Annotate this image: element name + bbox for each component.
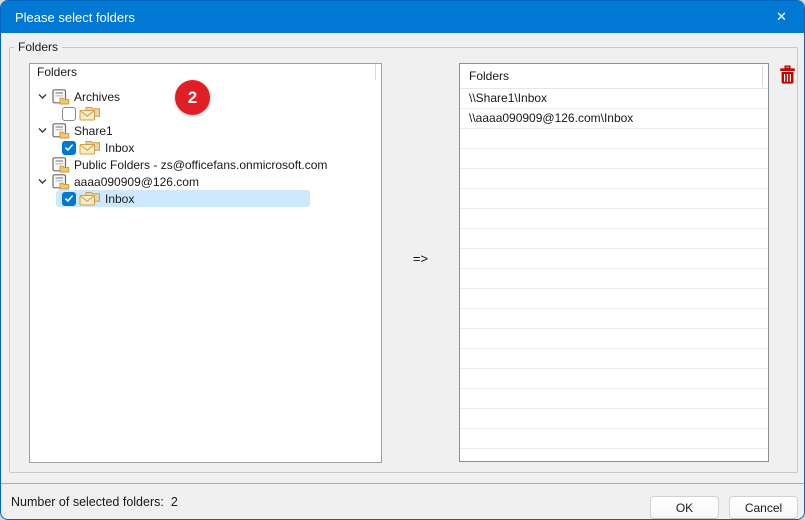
tree-item-label: Public Folders - zs@officefans.onmicroso… xyxy=(74,158,327,172)
tree-item-label: Inbox xyxy=(105,141,134,155)
chevron-down-icon[interactable] xyxy=(37,125,48,136)
close-button[interactable]: ✕ xyxy=(759,1,804,33)
chevron-down-icon[interactable] xyxy=(37,91,48,102)
trash-icon xyxy=(779,65,796,90)
cancel-button[interactable]: Cancel xyxy=(729,496,798,519)
tree-item[interactable]: aaaa090909@126.com xyxy=(30,173,381,190)
status-bar: Number of selected folders: 2 xyxy=(11,483,178,520)
mailfolder-icon xyxy=(79,106,101,121)
folder-checkbox[interactable] xyxy=(62,107,76,121)
account-icon xyxy=(52,157,70,173)
column-divider xyxy=(375,64,376,80)
list-column-header: Folders xyxy=(460,64,768,89)
mailfolder-icon xyxy=(79,140,101,155)
selected-count: 2 xyxy=(171,495,178,509)
account-icon xyxy=(52,89,70,105)
tree-item-label: Inbox xyxy=(105,192,134,206)
groupbox-label: Folders xyxy=(14,40,62,54)
annotation-badge: 2 xyxy=(175,80,210,115)
transfer-arrow-label: => xyxy=(382,251,459,266)
folder-checkbox[interactable] xyxy=(62,192,76,206)
tree-column-header: Folders xyxy=(30,64,381,80)
column-divider xyxy=(762,66,763,87)
chevron-down-icon[interactable] xyxy=(37,176,48,187)
mailfolder-icon xyxy=(79,191,101,206)
tree-item[interactable]: Inbox xyxy=(30,190,381,207)
selected-folder-row[interactable]: \\aaaa090909@126.com\Inbox xyxy=(460,109,768,129)
folder-checkbox[interactable] xyxy=(62,141,76,155)
selected-list-body: \\Share1\Inbox\\aaaa090909@126.com\Inbox xyxy=(460,89,768,461)
account-icon xyxy=(52,123,70,139)
tree-item-label: aaaa090909@126.com xyxy=(74,175,199,189)
delete-button[interactable] xyxy=(777,65,797,87)
tree-item-label: Share1 xyxy=(74,124,113,138)
status-label: Number of selected folders: xyxy=(11,495,164,509)
selected-folder-row[interactable]: \\Share1\Inbox xyxy=(460,89,768,109)
badge-value: 2 xyxy=(188,88,197,108)
list-header-label: Folders xyxy=(469,69,509,83)
tree-item[interactable]: Share1 xyxy=(30,122,381,139)
account-icon xyxy=(52,174,70,190)
tree-item[interactable]: Inbox xyxy=(30,139,381,156)
tree-item-label: Archives xyxy=(74,90,120,104)
dialog-window: Please select folders ✕ Folders Folders … xyxy=(0,0,805,520)
window-title: Please select folders xyxy=(1,10,135,25)
close-icon: ✕ xyxy=(776,9,787,25)
selected-folders-panel: Folders \\Share1\Inbox\\aaaa090909@126.c… xyxy=(459,63,769,462)
tree-header-label: Folders xyxy=(37,65,77,79)
titlebar: Please select folders ✕ xyxy=(1,1,804,33)
tree-item[interactable]: Public Folders - zs@officefans.onmicroso… xyxy=(30,156,381,173)
folder-tree-panel: Folders Archives Share1 Inbox Public Folder… xyxy=(29,63,382,463)
ok-button[interactable]: OK xyxy=(650,496,719,519)
